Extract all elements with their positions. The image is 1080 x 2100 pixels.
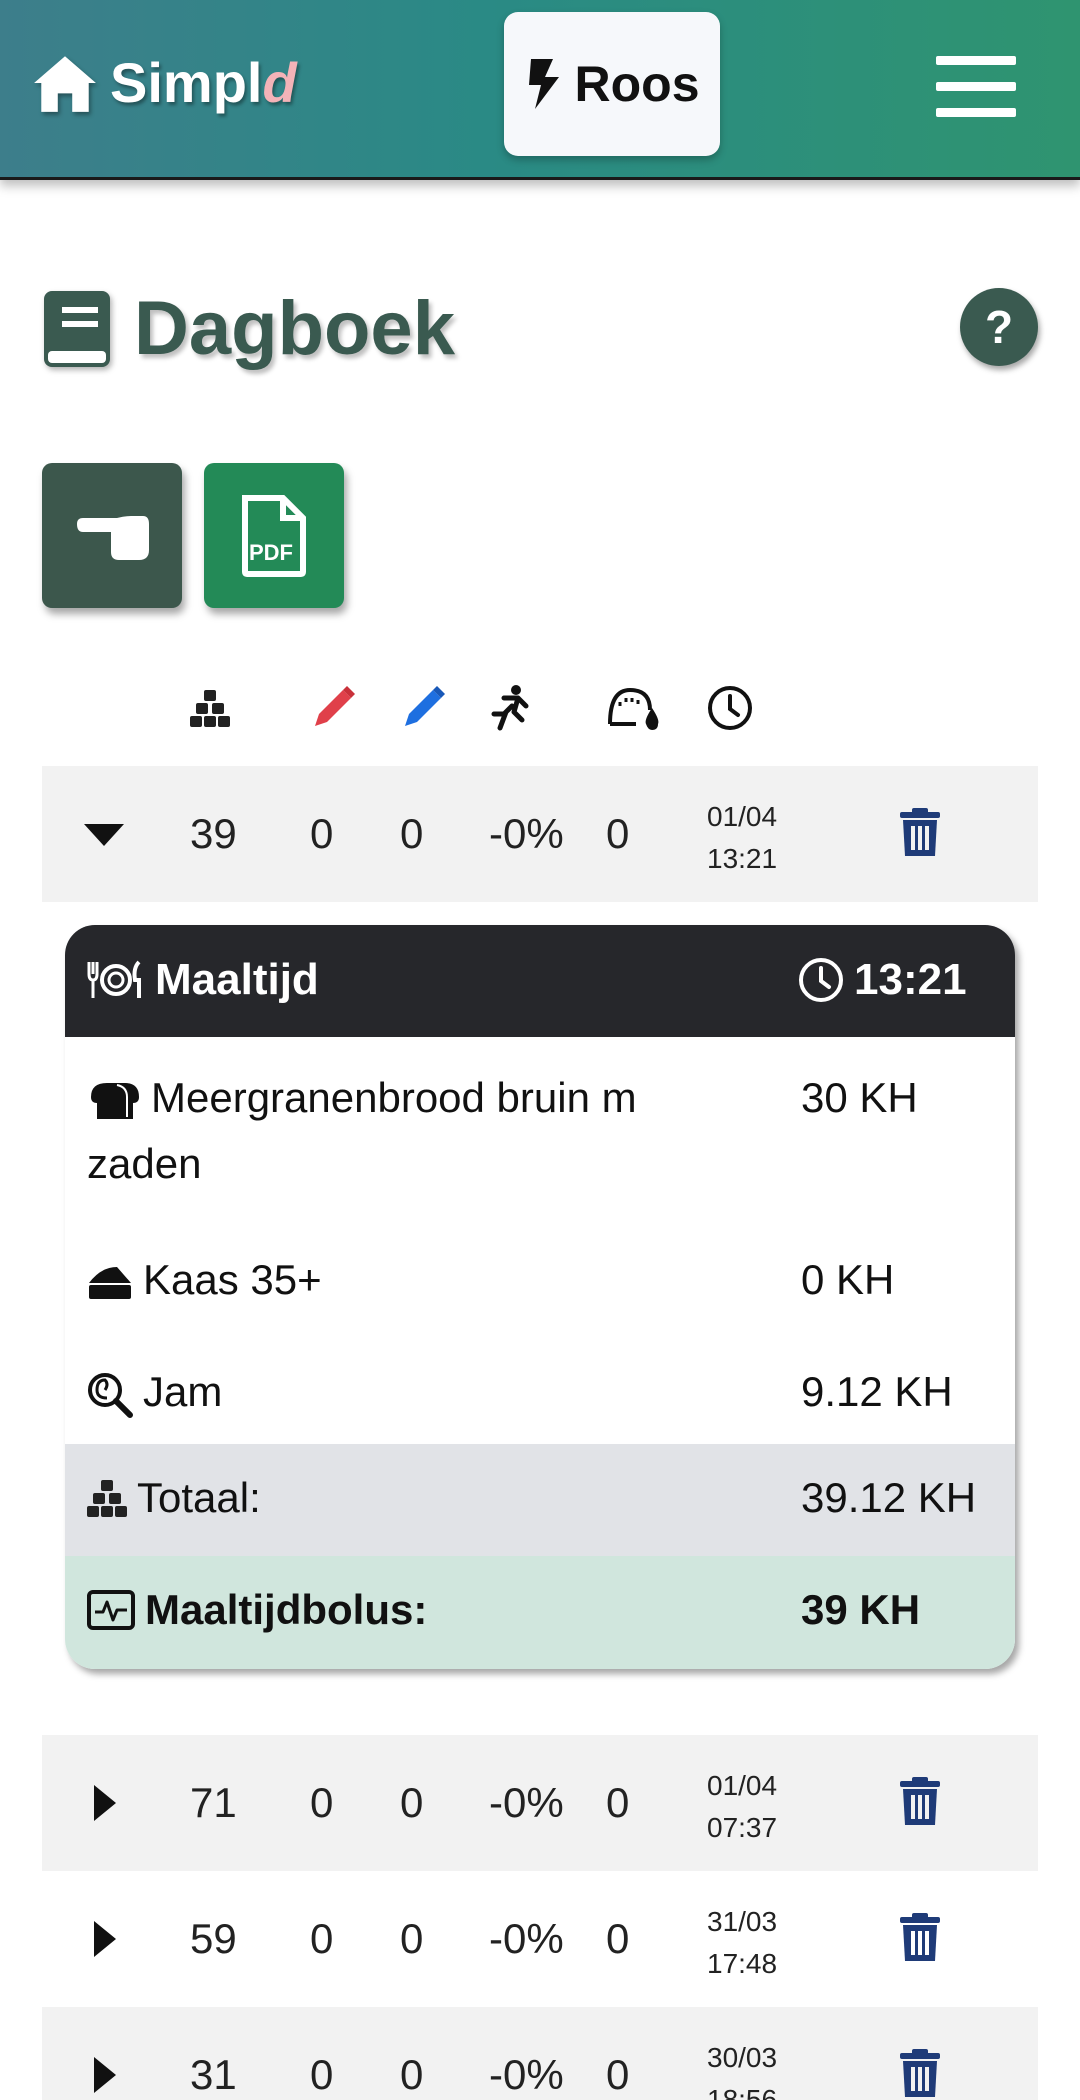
meal-total-row: Totaal: 39.12 KH bbox=[65, 1444, 1015, 1556]
home-icon bbox=[34, 55, 96, 112]
user-switch-button[interactable]: Roos bbox=[504, 12, 720, 156]
cutlery-plate-icon bbox=[87, 960, 141, 998]
monitor-pulse-icon bbox=[87, 1590, 135, 1630]
pencil-blue-icon bbox=[398, 683, 448, 733]
diary-row[interactable]: 39 0 0 -0% 0 01/04 13:21 bbox=[42, 766, 1038, 902]
caret-down-icon[interactable] bbox=[82, 812, 126, 856]
row-kh: 31 bbox=[190, 2051, 237, 2098]
meal-item-name: Kaas 35+ bbox=[143, 1256, 322, 1303]
meal-time: 13:21 bbox=[854, 955, 967, 1004]
caret-right-icon[interactable] bbox=[82, 2053, 126, 2097]
meal-detail-card: Maaltijd 13:21 Meergranenbrood bruin m z… bbox=[65, 925, 1015, 1669]
meal-item-name: Meergranenbrood bruin m zaden bbox=[87, 1074, 637, 1187]
diary-row[interactable]: 31 0 0 -0% 0 30/03 18:56 bbox=[42, 2007, 1038, 2100]
trash-icon[interactable] bbox=[898, 808, 942, 858]
row-value-2: 0 bbox=[400, 1915, 424, 1962]
row-value-2: 0 bbox=[400, 810, 424, 857]
clock-icon bbox=[799, 958, 843, 1002]
running-icon bbox=[488, 683, 532, 733]
row-value-3: 0 bbox=[606, 1779, 630, 1826]
bolus-label: Maaltijdbolus: bbox=[145, 1586, 428, 1633]
svg-text:PDF: PDF bbox=[249, 540, 293, 565]
meal-item-kh: 30 KH bbox=[801, 1074, 918, 1121]
row-kh: 71 bbox=[190, 1779, 237, 1826]
brand-name: Simpld bbox=[110, 51, 297, 114]
row-value-1: 0 bbox=[310, 810, 334, 857]
cheese-icon bbox=[89, 1266, 131, 1299]
diary-row[interactable]: 71 0 0 -0% 0 01/04 07:37 bbox=[42, 1735, 1038, 1871]
row-value-1: 0 bbox=[310, 1779, 334, 1826]
trash-icon[interactable] bbox=[898, 2049, 942, 2099]
trash-icon[interactable] bbox=[898, 1913, 942, 1963]
bolt-icon bbox=[528, 59, 559, 109]
caret-right-icon[interactable] bbox=[82, 1781, 126, 1825]
row-value-2: 0 bbox=[400, 1779, 424, 1826]
select-button[interactable] bbox=[42, 463, 182, 608]
pdf-file-icon: PDF bbox=[242, 494, 306, 577]
meal-item-kh: 9.12 KH bbox=[801, 1368, 953, 1415]
page-title: Dagboek bbox=[134, 286, 455, 371]
row-value-1: 0 bbox=[310, 1915, 334, 1962]
lollipop-icon bbox=[88, 1372, 133, 1418]
bolus-value: 39 KH bbox=[801, 1586, 921, 1633]
row-kh: 59 bbox=[190, 1915, 237, 1962]
insulin-sensor-icon bbox=[606, 683, 664, 733]
row-value-1: 0 bbox=[310, 2051, 334, 2098]
meal-item-name: Jam bbox=[143, 1368, 223, 1415]
total-value: 39.12 KH bbox=[801, 1474, 977, 1521]
page-title-row: Dagboek bbox=[42, 285, 455, 372]
total-label: Totaal: bbox=[137, 1474, 261, 1521]
trash-icon[interactable] bbox=[898, 1777, 942, 1827]
row-percent: -0% bbox=[489, 1779, 564, 1826]
meal-title: Maaltijd bbox=[155, 955, 319, 1004]
caret-right-icon[interactable] bbox=[82, 1917, 126, 1961]
row-datetime: 01/04 13:21 bbox=[707, 801, 778, 874]
clock-icon bbox=[706, 683, 754, 733]
row-value-3: 0 bbox=[606, 1915, 630, 1962]
meal-bolus-row: Maaltijdbolus: 39 KH bbox=[65, 1556, 1015, 1669]
row-kh: 39 bbox=[190, 810, 237, 857]
help-button[interactable]: ? bbox=[960, 288, 1038, 366]
pdf-export-button[interactable]: PDF bbox=[204, 463, 344, 608]
carbs-icon bbox=[87, 1480, 127, 1517]
meal-item-kh: 0 KH bbox=[801, 1256, 895, 1303]
pencil-red-icon bbox=[308, 683, 358, 733]
row-value-3: 0 bbox=[606, 810, 630, 857]
diary-row[interactable]: 59 0 0 -0% 0 31/03 17:48 bbox=[42, 1871, 1038, 2007]
row-value-2: 0 bbox=[400, 2051, 424, 2098]
bread-icon bbox=[91, 1082, 139, 1119]
row-datetime: 30/03 18:56 bbox=[707, 2042, 778, 2100]
user-name: Roos bbox=[574, 56, 700, 112]
row-datetime: 01/04 07:37 bbox=[707, 1770, 778, 1843]
brand-logo[interactable]: Simpld bbox=[32, 50, 297, 115]
row-percent: -0% bbox=[489, 810, 564, 857]
row-percent: -0% bbox=[489, 2051, 564, 2098]
meal-header: Maaltijd 13:21 bbox=[65, 925, 1015, 1037]
book-icon bbox=[44, 290, 110, 367]
hamburger-menu-button[interactable] bbox=[936, 56, 1016, 118]
row-percent: -0% bbox=[489, 1915, 564, 1962]
top-navbar: Simpld Roos bbox=[0, 0, 1080, 180]
row-datetime: 31/03 17:48 bbox=[707, 1906, 778, 1979]
carbs-icon bbox=[188, 683, 232, 733]
row-value-3: 0 bbox=[606, 2051, 630, 2098]
hand-pointing-icon bbox=[77, 515, 149, 560]
